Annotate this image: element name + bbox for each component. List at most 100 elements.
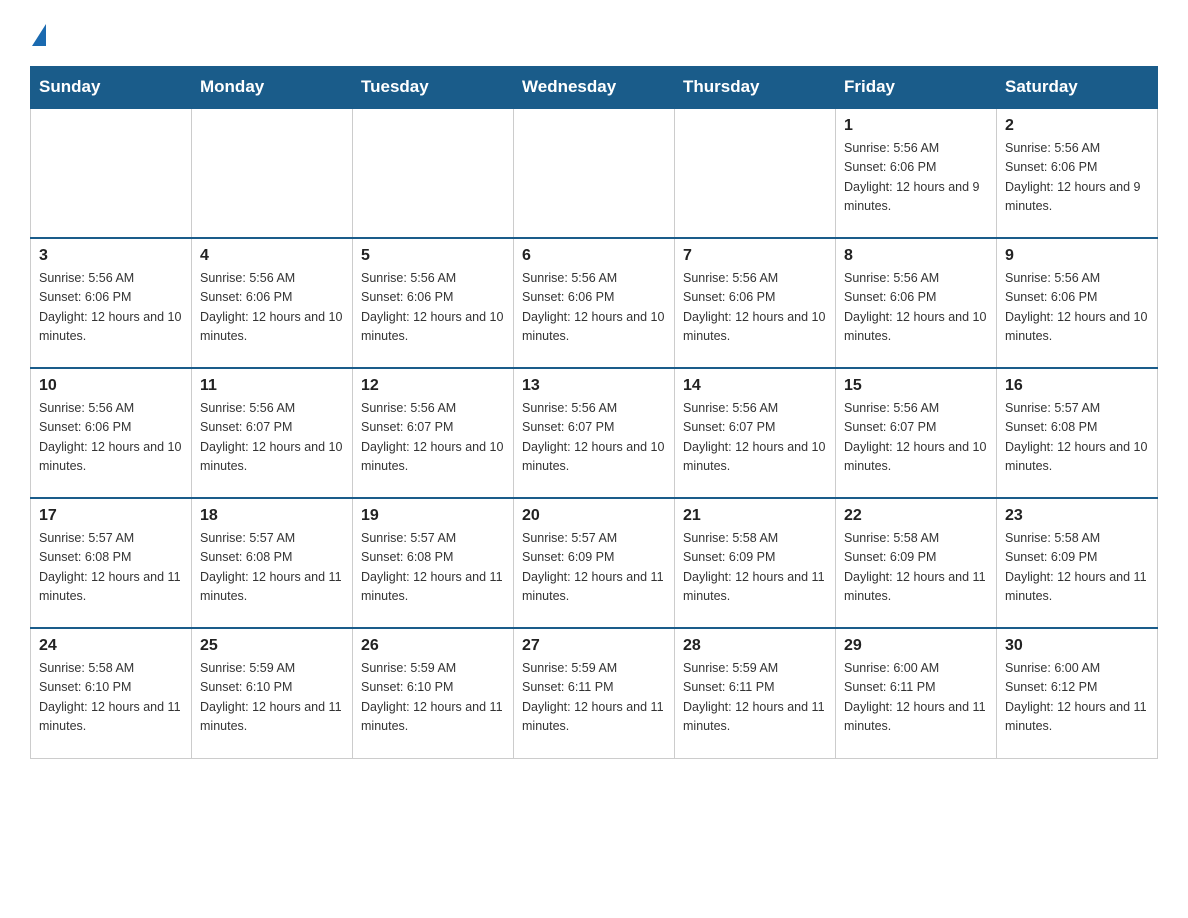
calendar-cell: 18 Sunrise: 5:57 AMSunset: 6:08 PMDayligh…	[192, 498, 353, 628]
day-number: 6	[522, 247, 666, 265]
calendar-week-row: 1Sunrise: 5:56 AMSunset: 6:06 PMDaylight…	[31, 108, 1158, 238]
day-info: Sunrise: 5:56 AMSunset: 6:06 PMDaylight:…	[39, 399, 183, 477]
day-info: Sunrise: 5:57 AMSunset: 6:08 PMDaylight:…	[200, 529, 344, 607]
day-number: 15	[844, 377, 988, 395]
day-info: Sunrise: 5:56 AMSunset: 6:06 PMDaylight:…	[844, 139, 988, 217]
calendar-cell: 11 Sunrise: 5:56 AMSunset: 6:07 PMDayligh…	[192, 368, 353, 498]
calendar-cell: 1Sunrise: 5:56 AMSunset: 6:06 PMDaylight…	[836, 108, 997, 238]
day-number: 30	[1005, 637, 1149, 655]
day-number: 4	[200, 247, 344, 265]
day-number: 14	[683, 377, 827, 395]
day-number: 16	[1005, 377, 1149, 395]
calendar-cell: 22 Sunrise: 5:58 AMSunset: 6:09 PMDayligh…	[836, 498, 997, 628]
day-number: 25	[200, 637, 344, 655]
calendar-cell	[192, 108, 353, 238]
day-info: Sunrise: 5:56 AMSunset: 6:07 PMDaylight:…	[200, 399, 344, 477]
calendar-cell: 24 Sunrise: 5:58 AMSunset: 6:10 PMDayligh…	[31, 628, 192, 758]
day-info: Sunrise: 5:56 AMSunset: 6:06 PMDaylight:…	[1005, 269, 1149, 347]
day-number: 9	[1005, 247, 1149, 265]
calendar-cell: 6 Sunrise: 5:56 AMSunset: 6:06 PMDaylight…	[514, 238, 675, 368]
day-info: Sunrise: 5:56 AMSunset: 6:06 PMDaylight:…	[522, 269, 666, 347]
day-number: 27	[522, 637, 666, 655]
day-info: Sunrise: 5:58 AMSunset: 6:09 PMDaylight:…	[844, 529, 988, 607]
day-number: 22	[844, 507, 988, 525]
calendar-cell: 29 Sunrise: 6:00 AMSunset: 6:11 PMDayligh…	[836, 628, 997, 758]
day-info: Sunrise: 5:57 AMSunset: 6:09 PMDaylight:…	[522, 529, 666, 607]
calendar-cell: 7 Sunrise: 5:56 AMSunset: 6:06 PMDaylight…	[675, 238, 836, 368]
page-header	[30, 20, 1158, 46]
day-info: Sunrise: 5:56 AMSunset: 6:06 PMDaylight:…	[1005, 139, 1149, 217]
day-number: 20	[522, 507, 666, 525]
column-header-monday: Monday	[192, 67, 353, 109]
day-info: Sunrise: 5:57 AMSunset: 6:08 PMDaylight:…	[39, 529, 183, 607]
day-info: Sunrise: 5:58 AMSunset: 6:10 PMDaylight:…	[39, 659, 183, 737]
calendar-cell	[353, 108, 514, 238]
calendar-cell: 28 Sunrise: 5:59 AMSunset: 6:11 PMDayligh…	[675, 628, 836, 758]
day-number: 19	[361, 507, 505, 525]
day-number: 2	[1005, 117, 1149, 135]
column-header-thursday: Thursday	[675, 67, 836, 109]
day-info: Sunrise: 5:59 AMSunset: 6:11 PMDaylight:…	[522, 659, 666, 737]
calendar-cell: 14 Sunrise: 5:56 AMSunset: 6:07 PMDayligh…	[675, 368, 836, 498]
day-info: Sunrise: 5:58 AMSunset: 6:09 PMDaylight:…	[1005, 529, 1149, 607]
calendar-cell: 16 Sunrise: 5:57 AMSunset: 6:08 PMDayligh…	[997, 368, 1158, 498]
calendar-cell: 3 Sunrise: 5:56 AMSunset: 6:06 PMDaylight…	[31, 238, 192, 368]
day-number: 24	[39, 637, 183, 655]
calendar-table: SundayMondayTuesdayWednesdayThursdayFrid…	[30, 66, 1158, 759]
calendar-week-row: 3 Sunrise: 5:56 AMSunset: 6:06 PMDaylight…	[31, 238, 1158, 368]
calendar-cell: 27 Sunrise: 5:59 AMSunset: 6:11 PMDayligh…	[514, 628, 675, 758]
calendar-cell: 10 Sunrise: 5:56 AMSunset: 6:06 PMDayligh…	[31, 368, 192, 498]
calendar-cell: 15 Sunrise: 5:56 AMSunset: 6:07 PMDayligh…	[836, 368, 997, 498]
day-number: 11	[200, 377, 344, 395]
day-number: 23	[1005, 507, 1149, 525]
day-info: Sunrise: 5:56 AMSunset: 6:07 PMDaylight:…	[683, 399, 827, 477]
column-header-wednesday: Wednesday	[514, 67, 675, 109]
day-info: Sunrise: 5:57 AMSunset: 6:08 PMDaylight:…	[1005, 399, 1149, 477]
calendar-cell	[514, 108, 675, 238]
calendar-cell: 4 Sunrise: 5:56 AMSunset: 6:06 PMDaylight…	[192, 238, 353, 368]
day-info: Sunrise: 5:56 AMSunset: 6:06 PMDaylight:…	[39, 269, 183, 347]
day-info: Sunrise: 5:59 AMSunset: 6:10 PMDaylight:…	[200, 659, 344, 737]
day-number: 5	[361, 247, 505, 265]
calendar-cell: 13Sunrise: 5:56 AMSunset: 6:07 PMDayligh…	[514, 368, 675, 498]
day-info: Sunrise: 5:56 AMSunset: 6:07 PMDaylight:…	[844, 399, 988, 477]
logo-triangle-icon	[32, 24, 46, 46]
day-info: Sunrise: 5:56 AMSunset: 6:06 PMDaylight:…	[844, 269, 988, 347]
day-number: 28	[683, 637, 827, 655]
column-header-saturday: Saturday	[997, 67, 1158, 109]
day-number: 21	[683, 507, 827, 525]
day-number: 7	[683, 247, 827, 265]
day-number: 12	[361, 377, 505, 395]
day-number: 29	[844, 637, 988, 655]
calendar-cell: 12 Sunrise: 5:56 AMSunset: 6:07 PMDayligh…	[353, 368, 514, 498]
day-info: Sunrise: 5:57 AMSunset: 6:08 PMDaylight:…	[361, 529, 505, 607]
calendar-cell: 26Sunrise: 5:59 AMSunset: 6:10 PMDayligh…	[353, 628, 514, 758]
day-info: Sunrise: 5:56 AMSunset: 6:07 PMDaylight:…	[361, 399, 505, 477]
column-header-tuesday: Tuesday	[353, 67, 514, 109]
calendar-cell: 25 Sunrise: 5:59 AMSunset: 6:10 PMDayligh…	[192, 628, 353, 758]
day-number: 26	[361, 637, 505, 655]
column-header-sunday: Sunday	[31, 67, 192, 109]
calendar-week-row: 10 Sunrise: 5:56 AMSunset: 6:06 PMDayligh…	[31, 368, 1158, 498]
day-number: 10	[39, 377, 183, 395]
day-info: Sunrise: 5:58 AMSunset: 6:09 PMDaylight:…	[683, 529, 827, 607]
day-number: 3	[39, 247, 183, 265]
calendar-cell: 8Sunrise: 5:56 AMSunset: 6:06 PMDaylight…	[836, 238, 997, 368]
day-number: 18	[200, 507, 344, 525]
day-info: Sunrise: 6:00 AMSunset: 6:11 PMDaylight:…	[844, 659, 988, 737]
calendar-week-row: 17Sunrise: 5:57 AMSunset: 6:08 PMDayligh…	[31, 498, 1158, 628]
calendar-cell: 2 Sunrise: 5:56 AMSunset: 6:06 PMDaylight…	[997, 108, 1158, 238]
day-info: Sunrise: 5:56 AMSunset: 6:06 PMDaylight:…	[200, 269, 344, 347]
day-info: Sunrise: 5:56 AMSunset: 6:06 PMDaylight:…	[683, 269, 827, 347]
calendar-week-row: 24 Sunrise: 5:58 AMSunset: 6:10 PMDayligh…	[31, 628, 1158, 758]
day-info: Sunrise: 5:56 AMSunset: 6:06 PMDaylight:…	[361, 269, 505, 347]
calendar-cell: 23 Sunrise: 5:58 AMSunset: 6:09 PMDayligh…	[997, 498, 1158, 628]
calendar-cell: 30Sunrise: 6:00 AMSunset: 6:12 PMDayligh…	[997, 628, 1158, 758]
calendar-header-row: SundayMondayTuesdayWednesdayThursdayFrid…	[31, 67, 1158, 109]
calendar-cell: 20 Sunrise: 5:57 AMSunset: 6:09 PMDayligh…	[514, 498, 675, 628]
calendar-cell: 19 Sunrise: 5:57 AMSunset: 6:08 PMDayligh…	[353, 498, 514, 628]
day-info: Sunrise: 5:59 AMSunset: 6:11 PMDaylight:…	[683, 659, 827, 737]
calendar-cell: 17Sunrise: 5:57 AMSunset: 6:08 PMDayligh…	[31, 498, 192, 628]
calendar-cell	[31, 108, 192, 238]
logo	[30, 20, 46, 46]
